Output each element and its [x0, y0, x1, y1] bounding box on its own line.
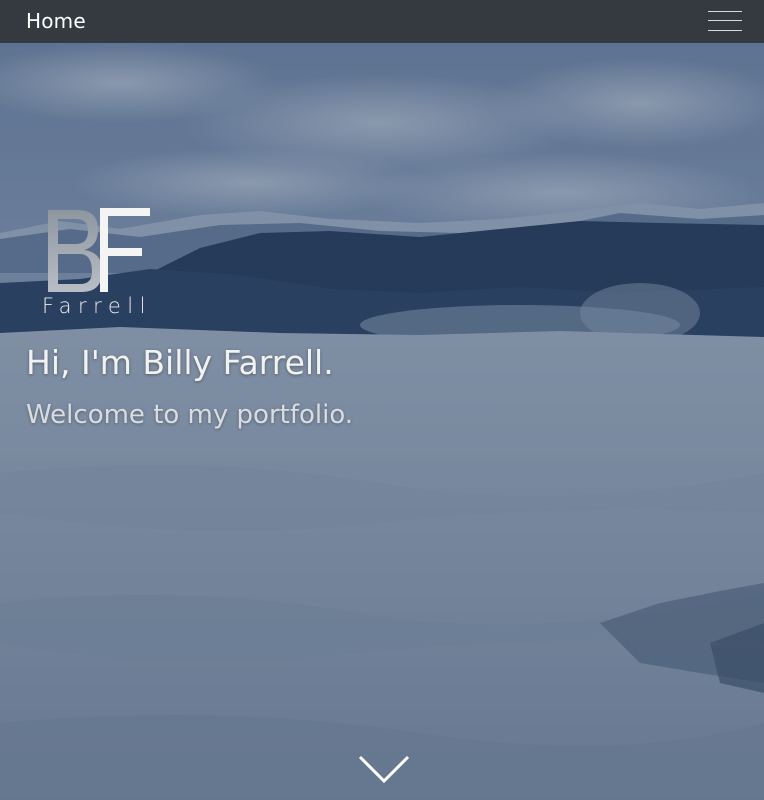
nav-home-link[interactable]: Home [26, 9, 86, 33]
page: Home Farrell Hi, I'm Billy Farrell. Welc… [0, 0, 764, 800]
navbar: Home [0, 0, 764, 43]
hero-heading: Hi, I'm Billy Farrell. [26, 343, 334, 382]
brand-logo: Farrell [40, 206, 158, 322]
logo-mark-icon [48, 208, 150, 292]
hero-subheading: Welcome to my portfolio. [26, 400, 354, 430]
hamburger-menu-icon[interactable] [708, 10, 742, 32]
logo-text: Farrell [42, 294, 152, 318]
chevron-down-icon[interactable] [357, 754, 411, 786]
